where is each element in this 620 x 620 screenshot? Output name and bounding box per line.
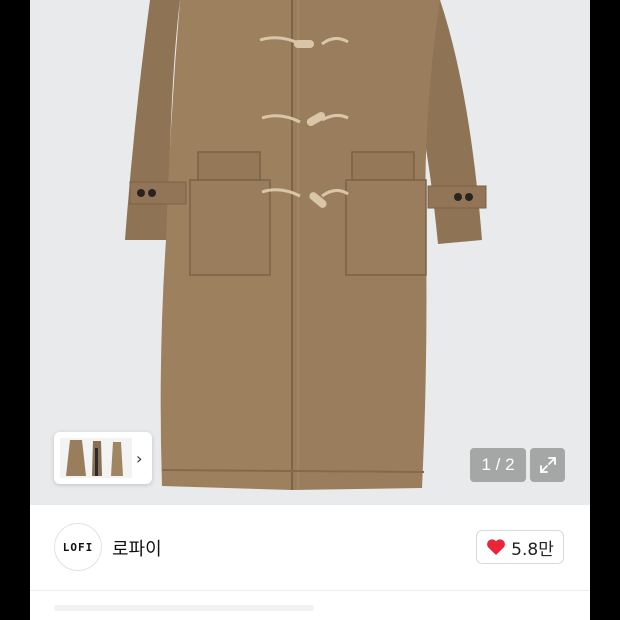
chevron-right-icon: ›: [136, 448, 143, 468]
expand-icon: [539, 457, 556, 473]
like-button[interactable]: 5.8만: [476, 530, 564, 564]
thumbnail-images: [60, 438, 132, 478]
shop-row: LOFI 로파이 5.8만: [30, 505, 590, 590]
thumbnail-strip[interactable]: ›: [54, 432, 152, 484]
app-screen: › 1 / 2 LOFI 로파이 5.8만: [30, 0, 590, 620]
product-info-section: [30, 591, 590, 620]
shop-logo[interactable]: LOFI: [54, 523, 102, 571]
shop-name[interactable]: 로파이: [112, 535, 162, 561]
heart-icon: [487, 539, 506, 555]
expand-button[interactable]: [530, 448, 565, 482]
image-pager: 1 / 2: [470, 448, 526, 482]
cropped-text-line: [54, 605, 314, 611]
coat-illustration: [125, 0, 487, 490]
like-count: 5.8만: [511, 539, 554, 560]
product-image[interactable]: › 1 / 2: [30, 0, 590, 505]
